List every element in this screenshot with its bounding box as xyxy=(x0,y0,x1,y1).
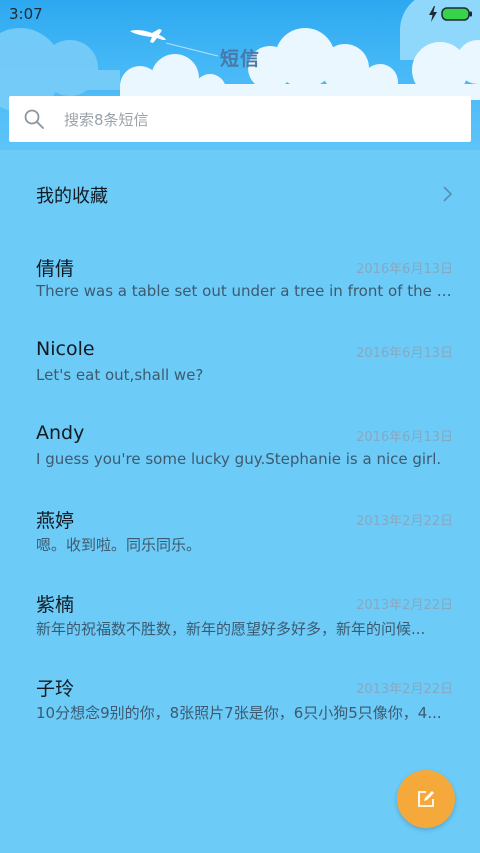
app-header: 3:07 短信 搜索8条短信 xyxy=(0,0,480,150)
conversation-item[interactable]: 倩倩 2016年6月13日 There was a table set out … xyxy=(0,236,480,320)
search-icon xyxy=(24,109,44,129)
search-input[interactable]: 搜索8条短信 xyxy=(9,96,471,142)
message-preview: I guess you're some lucky guy.Stephanie … xyxy=(36,450,442,468)
message-preview: 10分想念9别的你，8张照片7张是你，6只小狗5只像你，4... xyxy=(36,704,442,722)
message-date: 2013年2月22日 xyxy=(356,514,453,529)
conversation-item[interactable]: 紫楠 2013年2月22日 新年的祝福数不胜数，新年的愿望好多好多，新年的问候.… xyxy=(0,572,480,656)
message-preview: 新年的祝福数不胜数，新年的愿望好多好多，新年的问候... xyxy=(36,620,426,638)
charging-bolt-icon xyxy=(429,6,437,22)
chevron-right-icon xyxy=(443,186,453,202)
message-date: 2016年6月13日 xyxy=(356,430,453,445)
contact-name: Andy xyxy=(36,422,85,444)
conversation-item[interactable]: Nicole 2016年6月13日 Let's eat out,shall we… xyxy=(0,320,480,404)
contact-name: 子玲 xyxy=(36,678,75,700)
contact-name: Nicole xyxy=(36,338,95,360)
contact-name: 倩倩 xyxy=(36,258,75,280)
battery-icon xyxy=(441,7,472,21)
status-bar: 3:07 xyxy=(0,0,480,28)
favorites-row[interactable]: 我的收藏 xyxy=(0,150,480,236)
message-date: 2016年6月13日 xyxy=(356,346,453,361)
message-date: 2013年2月22日 xyxy=(356,682,453,697)
search-placeholder: 搜索8条短信 xyxy=(64,111,149,129)
page-title: 短信 xyxy=(219,48,260,70)
conversation-item[interactable]: 子玲 2013年2月22日 10分想念9别的你，8张照片7张是你，6只小狗5只像… xyxy=(0,656,480,740)
conversation-item[interactable]: 燕婷 2013年2月22日 嗯。收到啦。同乐同乐。 xyxy=(0,488,480,572)
compose-icon xyxy=(418,791,434,807)
message-preview: There was a table set out under a tree i… xyxy=(36,282,452,300)
contact-name: 燕婷 xyxy=(36,510,75,532)
message-date: 2013年2月22日 xyxy=(356,598,453,613)
message-preview: Let's eat out,shall we? xyxy=(36,366,204,384)
favorites-label: 我的收藏 xyxy=(36,186,108,207)
message-date: 2016年6月13日 xyxy=(356,262,453,277)
contact-name: 紫楠 xyxy=(36,594,75,616)
compose-button[interactable] xyxy=(397,770,455,828)
message-preview: 嗯。收到啦。同乐同乐。 xyxy=(36,536,202,554)
conversation-item[interactable]: Andy 2016年6月13日 I guess you're some luck… xyxy=(0,404,480,488)
status-time: 3:07 xyxy=(9,5,43,23)
